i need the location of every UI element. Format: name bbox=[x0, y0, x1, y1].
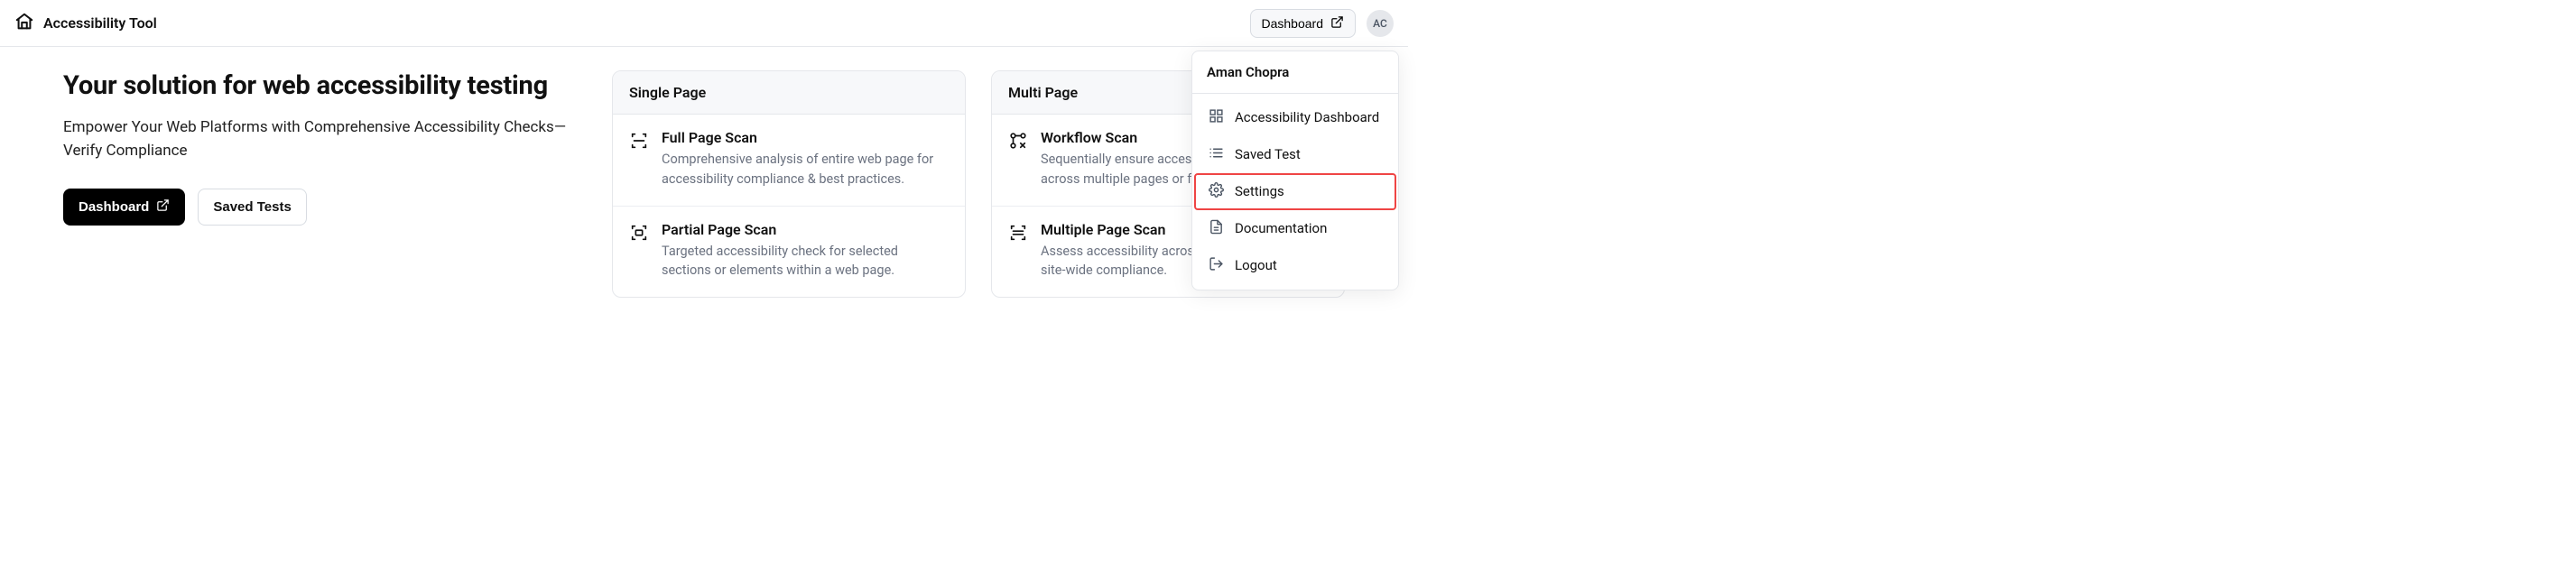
menu-item-label: Documentation bbox=[1235, 220, 1327, 236]
scan-partial-icon bbox=[629, 221, 649, 281]
menu-item-accessibility-dashboard[interactable]: Accessibility Dashboard bbox=[1194, 99, 1396, 136]
avatar-initials: AC bbox=[1373, 17, 1387, 30]
hero-subtitle: Empower Your Web Platforms with Comprehe… bbox=[63, 115, 569, 163]
scan-multiple-icon bbox=[1008, 221, 1028, 281]
external-link-icon bbox=[1330, 15, 1344, 32]
hero-dashboard-label: Dashboard bbox=[79, 199, 149, 215]
logout-icon bbox=[1209, 256, 1224, 275]
hero-buttons: Dashboard Saved Tests bbox=[63, 189, 587, 226]
item-desc: Targeted accessibility check for selecte… bbox=[662, 242, 949, 281]
hero-title: Your solution for web accessibility test… bbox=[63, 70, 587, 101]
grid-icon bbox=[1209, 108, 1224, 127]
header-dashboard-label: Dashboard bbox=[1262, 16, 1324, 31]
workflow-icon bbox=[1008, 129, 1028, 189]
single-page-item-partial-scan[interactable]: Partial Page Scan Targeted accessibility… bbox=[613, 206, 965, 298]
menu-item-label: Saved Test bbox=[1235, 146, 1301, 162]
brand-logo-icon bbox=[14, 12, 34, 35]
header: Accessibility Tool Dashboard AC ↑ Aman C… bbox=[0, 0, 1408, 47]
dropdown-menu: Accessibility Dashboard Saved Test Setti… bbox=[1192, 94, 1398, 290]
document-icon bbox=[1209, 219, 1224, 238]
item-desc: Comprehensive analysis of entire web pag… bbox=[662, 150, 949, 189]
avatar[interactable]: AC bbox=[1367, 10, 1394, 37]
dropdown-user-name: Aman Chopra bbox=[1192, 51, 1398, 94]
header-right: Dashboard AC ↑ Aman Chopra Acce bbox=[1250, 9, 1395, 38]
menu-item-saved-test[interactable]: Saved Test bbox=[1194, 136, 1396, 173]
scan-full-icon bbox=[629, 129, 649, 189]
item-title: Partial Page Scan bbox=[662, 221, 949, 238]
list-icon bbox=[1209, 145, 1224, 164]
menu-item-logout[interactable]: Logout bbox=[1194, 247, 1396, 284]
hero-saved-tests-label: Saved Tests bbox=[213, 199, 291, 215]
single-page-items: Full Page Scan Comprehensive analysis of… bbox=[613, 115, 965, 297]
header-dashboard-button[interactable]: Dashboard bbox=[1250, 9, 1357, 38]
menu-item-label: Settings bbox=[1235, 183, 1284, 199]
user-dropdown: Aman Chopra Accessibility Dashboard Save… bbox=[1191, 51, 1399, 290]
hero: Your solution for web accessibility test… bbox=[63, 70, 587, 226]
single-page-item-full-scan[interactable]: Full Page Scan Comprehensive analysis of… bbox=[613, 115, 965, 206]
brand-title: Accessibility Tool bbox=[43, 14, 157, 32]
single-page-card: Single Page Full Page Scan Comprehensive… bbox=[612, 70, 966, 298]
hero-dashboard-button[interactable]: Dashboard bbox=[63, 189, 185, 226]
menu-item-documentation[interactable]: Documentation bbox=[1194, 210, 1396, 247]
brand: Accessibility Tool bbox=[14, 12, 157, 35]
menu-item-label: Logout bbox=[1235, 257, 1277, 273]
item-title: Full Page Scan bbox=[662, 129, 949, 146]
menu-item-label: Accessibility Dashboard bbox=[1235, 109, 1379, 125]
single-page-header: Single Page bbox=[613, 71, 965, 115]
external-link-icon bbox=[156, 198, 170, 216]
gear-icon bbox=[1209, 182, 1224, 201]
hero-saved-tests-button[interactable]: Saved Tests bbox=[198, 189, 306, 226]
menu-item-settings[interactable]: Settings bbox=[1194, 173, 1396, 210]
